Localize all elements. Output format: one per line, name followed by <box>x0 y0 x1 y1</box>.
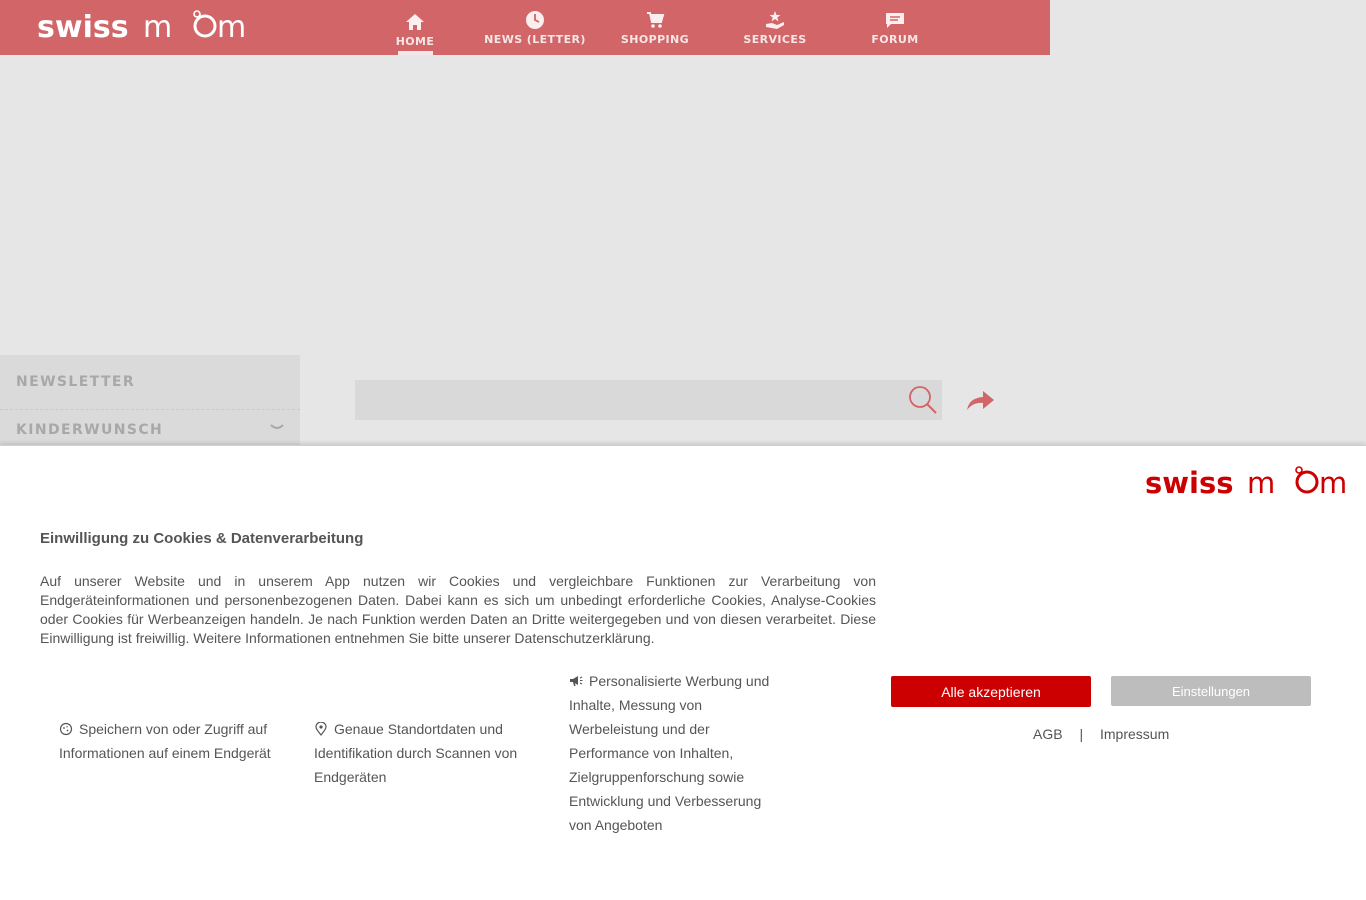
purpose-text: Genaue Standortdaten und Identifikation … <box>314 721 518 785</box>
svg-text:swiss: swiss <box>1145 466 1234 496</box>
location-pin-icon <box>315 722 327 736</box>
cart-icon <box>647 11 665 28</box>
nav-item-label: SHOPPING <box>620 32 690 46</box>
svg-text:swiss: swiss <box>37 10 129 40</box>
link-separator: | <box>1079 726 1084 742</box>
swissmom-logo: swiss m m <box>1145 466 1347 496</box>
sidebar-item-newsletter[interactable]: NEWSLETTER <box>0 355 300 410</box>
nav-item-label: FORUM <box>871 32 919 46</box>
main-nav: HOME NEWS (LETTER) SHOPPING SERVICES FOR… <box>355 0 955 55</box>
search-icon[interactable] <box>908 385 938 415</box>
settings-button[interactable]: Einstellungen <box>1111 676 1311 706</box>
nav-item-forum[interactable]: FORUM <box>835 0 955 55</box>
cookie-description: Auf unserer Website und in unserem App n… <box>40 573 876 646</box>
svg-text:m: m <box>1247 466 1275 496</box>
top-bar: swiss m m HOME NEWS (LETTER) SHOPPING SE… <box>0 0 1050 55</box>
sidebar-item-label: KINDERWUNSCH <box>16 422 164 438</box>
nav-item-services[interactable]: SERVICES <box>715 0 835 55</box>
purpose-advertising: Personalisierte Werbung und Inhalte, Mes… <box>569 669 784 837</box>
share-icon[interactable] <box>965 388 995 412</box>
megaphone-icon <box>570 676 583 686</box>
nav-item-label: HOME <box>395 34 435 48</box>
cookie-consent-dialog: swiss m m Einwilligung zu Cookies & Date… <box>0 445 1366 900</box>
cookie-icon <box>59 722 73 736</box>
svg-text:m: m <box>143 10 172 40</box>
purpose-storage: Speichern von oder Zugriff auf Informati… <box>59 717 289 765</box>
agb-link[interactable]: AGB <box>1033 726 1063 742</box>
purpose-text: Personalisierte Werbung und Inhalte, Mes… <box>569 673 770 833</box>
nav-item-label: SERVICES <box>743 32 807 46</box>
chat-icon <box>886 12 904 28</box>
nav-item-label: NEWS (LETTER) <box>484 32 586 46</box>
chevron-down-icon <box>270 424 284 429</box>
accept-all-button[interactable]: Alle akzeptieren <box>891 676 1091 707</box>
svg-text:m: m <box>217 10 246 40</box>
nav-item-news[interactable]: NEWS (LETTER) <box>475 0 595 55</box>
purpose-location: Genaue Standortdaten und Identifikation … <box>314 717 544 789</box>
swissmom-logo[interactable]: swiss m m <box>37 8 247 40</box>
nav-item-shopping[interactable]: SHOPPING <box>595 0 715 55</box>
home-icon <box>406 13 424 30</box>
sidebar-item-label: NEWSLETTER <box>16 374 136 390</box>
nav-item-home[interactable]: HOME <box>355 0 475 55</box>
svg-text:m: m <box>1319 466 1347 496</box>
search-bar <box>355 380 942 420</box>
search-input[interactable] <box>355 380 895 420</box>
cookie-title: Einwilligung zu Cookies & Datenverarbeit… <box>40 530 364 547</box>
purpose-text: Speichern von oder Zugriff auf Informati… <box>59 721 271 761</box>
clock-icon <box>526 10 544 29</box>
footer-links: AGB | Impressum <box>1033 726 1169 742</box>
impressum-link[interactable]: Impressum <box>1100 726 1169 742</box>
star-hand-icon <box>766 10 784 29</box>
